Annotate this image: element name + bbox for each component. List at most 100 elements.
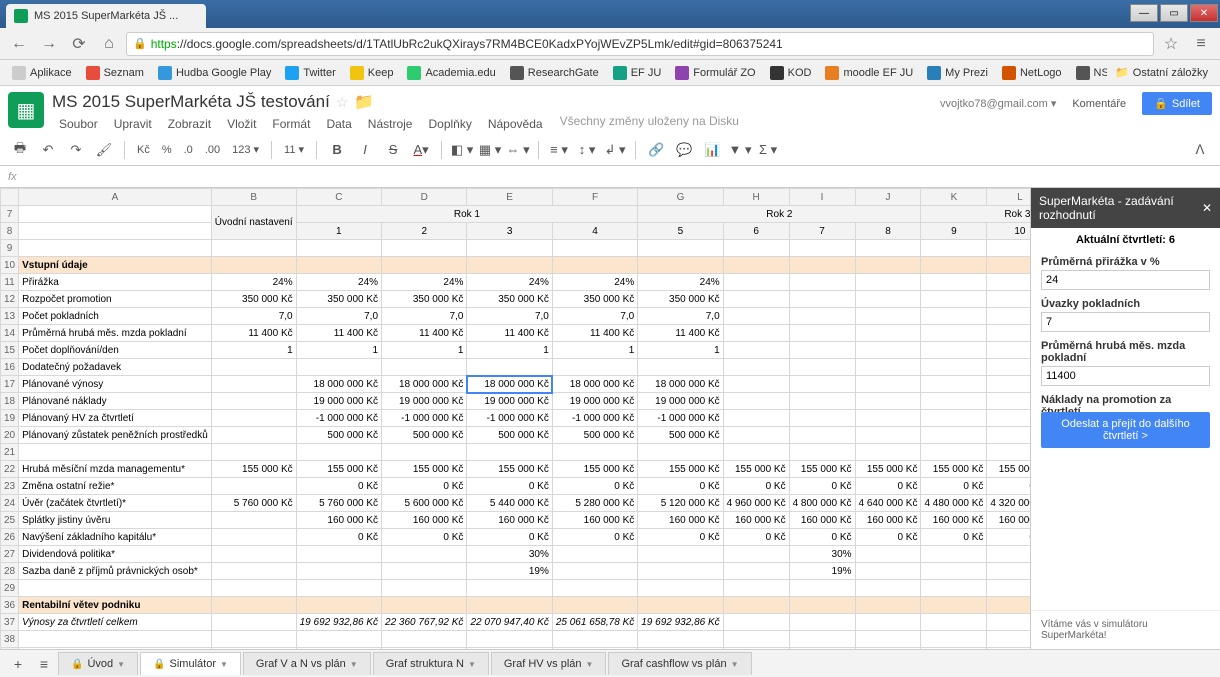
valign-icon[interactable]: ↕ ▾ <box>575 138 599 162</box>
home-button[interactable]: ⌂ <box>96 31 122 57</box>
collapse-toolbar-icon[interactable]: ᐱ <box>1188 138 1212 162</box>
sheets-header: ▦ MS 2015 SuperMarkéta JŠ testování ☆ 📁 … <box>0 86 1220 134</box>
formula-bar[interactable]: fx <box>0 166 1220 188</box>
borders-icon[interactable]: ▦ ▾ <box>478 138 502 162</box>
panel-input[interactable] <box>1041 312 1210 332</box>
panel-input[interactable] <box>1041 270 1210 290</box>
print-icon[interactable]: 🖶 <box>8 138 32 162</box>
redo-icon[interactable]: ↷ <box>64 138 88 162</box>
lock-icon: 🔒 <box>71 659 83 670</box>
close-button[interactable]: ✕ <box>1190 4 1218 22</box>
halign-icon[interactable]: ≡ ▾ <box>547 138 571 162</box>
panel-field-label: Průměrná hrubá měs. mzda pokladní <box>1041 340 1210 364</box>
link-icon[interactable]: 🔗 <box>644 138 668 162</box>
bookmark-item[interactable]: Academia.edu <box>401 64 501 82</box>
bookmark-icon <box>1076 66 1090 80</box>
bookmarks-bar: Aplikace SeznamHudba Google PlayTwitterK… <box>0 60 1220 86</box>
chrome-menu-icon[interactable]: ≡ <box>1188 35 1214 53</box>
folder-icon[interactable]: 📁 <box>354 92 374 112</box>
bookmark-item[interactable]: moodle EF JU <box>819 64 919 82</box>
menu-item[interactable]: Formát <box>265 114 317 134</box>
menu-item[interactable]: Nápověda <box>481 114 550 134</box>
spreadsheet-grid[interactable]: ABCDEFGHIJKLM7Úvodní nastaveníRok 1Rok 2… <box>0 188 1030 649</box>
undo-icon[interactable]: ↶ <box>36 138 60 162</box>
save-status: Všechny změny uloženy na Disku <box>560 114 739 134</box>
bookmark-item[interactable]: KOD <box>764 64 818 82</box>
menu-item[interactable]: Zobrazit <box>161 114 218 134</box>
bookmark-item[interactable]: My Prezi <box>921 64 994 82</box>
tab-title: MS 2015 SuperMarkéta JŠ ... <box>34 10 178 22</box>
bookmark-item[interactable]: Seznam <box>80 64 150 82</box>
star-icon[interactable]: ☆ <box>336 94 349 111</box>
comment-icon[interactable]: 💬 <box>672 138 696 162</box>
menu-item[interactable]: Data <box>319 114 358 134</box>
menu-item[interactable]: Nástroje <box>361 114 420 134</box>
bookmark-item[interactable]: Keep <box>344 64 400 82</box>
num-format[interactable]: 123 ▾ <box>228 143 263 156</box>
wrap-icon[interactable]: ↲ ▾ <box>603 138 627 162</box>
all-sheets-button[interactable]: ≡ <box>32 656 56 672</box>
maximize-button[interactable]: ▭ <box>1160 4 1188 22</box>
back-button[interactable]: ← <box>6 31 32 57</box>
filter-icon[interactable]: ▼ ▾ <box>728 138 752 162</box>
menu-item[interactable]: Doplňky <box>421 114 478 134</box>
sheets-logo-icon[interactable]: ▦ <box>8 92 44 128</box>
chart-icon[interactable]: 📊 <box>700 138 724 162</box>
bookmark-item[interactable]: NetLogo <box>996 64 1068 82</box>
other-bookmarks[interactable]: 📁 Ostatní záložky <box>1109 64 1214 81</box>
dec-more[interactable]: .00 <box>201 144 224 156</box>
bookmark-item[interactable]: Hudba Google Play <box>152 64 277 82</box>
url-https: https <box>151 37 177 51</box>
panel-close-icon[interactable]: ✕ <box>1202 201 1212 215</box>
functions-icon[interactable]: Σ ▾ <box>756 138 780 162</box>
lock-icon: 🔒 <box>153 659 165 670</box>
submit-button[interactable]: Odeslat a přejít do dalšího čtvrtletí > <box>1041 412 1210 448</box>
url-bar[interactable]: 🔒 https://docs.google.com/spreadsheets/d… <box>126 32 1154 56</box>
bold-icon[interactable]: B <box>325 138 349 162</box>
sheet-tab[interactable]: Graf cashflow vs plán▼ <box>608 652 751 675</box>
sheet-tab[interactable]: 🔒Úvod▼ <box>58 652 138 675</box>
text-color-icon[interactable]: A ▾ <box>409 138 433 162</box>
menu-item[interactable]: Vložit <box>220 114 263 134</box>
merge-icon[interactable]: ⇔ ▾ <box>506 138 530 162</box>
document-title[interactable]: MS 2015 SuperMarkéta JŠ testování <box>52 92 330 112</box>
reload-button[interactable]: ⟳ <box>66 31 92 57</box>
font-size[interactable]: 11 ▾ <box>280 143 308 156</box>
sheet-tab[interactable]: Graf struktura N▼ <box>373 652 489 675</box>
bookmark-icon <box>510 66 524 80</box>
currency-format[interactable]: Kč <box>133 144 154 156</box>
minimize-button[interactable]: — <box>1130 4 1158 22</box>
comments-button[interactable]: Komentáře <box>1064 94 1134 114</box>
apps-button[interactable]: Aplikace <box>6 64 78 82</box>
menu-item[interactable]: Upravit <box>107 114 159 134</box>
browser-tab[interactable]: MS 2015 SuperMarkéta JŠ ... <box>6 4 206 28</box>
percent-format[interactable]: % <box>158 144 176 156</box>
bookmark-icon <box>825 66 839 80</box>
apps-icon <box>12 66 26 80</box>
panel-subtitle: Aktuální čtvrtletí: 6 <box>1031 228 1220 252</box>
paint-icon[interactable]: 🖌 <box>92 138 116 162</box>
sheet-tab[interactable]: 🔒Simulátor▼ <box>140 652 241 675</box>
bookmark-item[interactable]: NSA310 <box>1070 64 1108 82</box>
bookmark-item[interactable]: Formulář ZO <box>669 64 761 82</box>
sheet-tab[interactable]: Graf HV vs plán▼ <box>491 652 607 675</box>
star-button[interactable]: ☆ <box>1158 31 1184 57</box>
dec-less[interactable]: .0 <box>180 144 197 156</box>
bookmark-item[interactable]: Twitter <box>279 64 341 82</box>
fill-color-icon[interactable]: ◧ ▾ <box>450 138 474 162</box>
panel-input[interactable] <box>1041 366 1210 386</box>
user-email[interactable]: vvojtko78@gmail.com ▾ <box>940 97 1056 110</box>
share-button[interactable]: 🔒 Sdílet <box>1142 92 1212 115</box>
forward-button[interactable]: → <box>36 31 62 57</box>
italic-icon[interactable]: I <box>353 138 377 162</box>
menu-item[interactable]: Soubor <box>52 114 105 134</box>
bookmark-item[interactable]: EF JU <box>607 64 668 82</box>
fx-label: fx <box>8 171 17 183</box>
panel-footer: Vítáme vás v simulátoru SuperMarkéta! <box>1031 610 1220 649</box>
browser-titlebar: MS 2015 SuperMarkéta JŠ ... — ▭ ✕ <box>0 0 1220 28</box>
bookmark-item[interactable]: ResearchGate <box>504 64 605 82</box>
add-sheet-button[interactable]: + <box>6 656 30 672</box>
sheet-tab[interactable]: Graf V a N vs plán▼ <box>243 652 371 675</box>
strike-icon[interactable]: S <box>381 138 405 162</box>
bookmark-icon <box>407 66 421 80</box>
